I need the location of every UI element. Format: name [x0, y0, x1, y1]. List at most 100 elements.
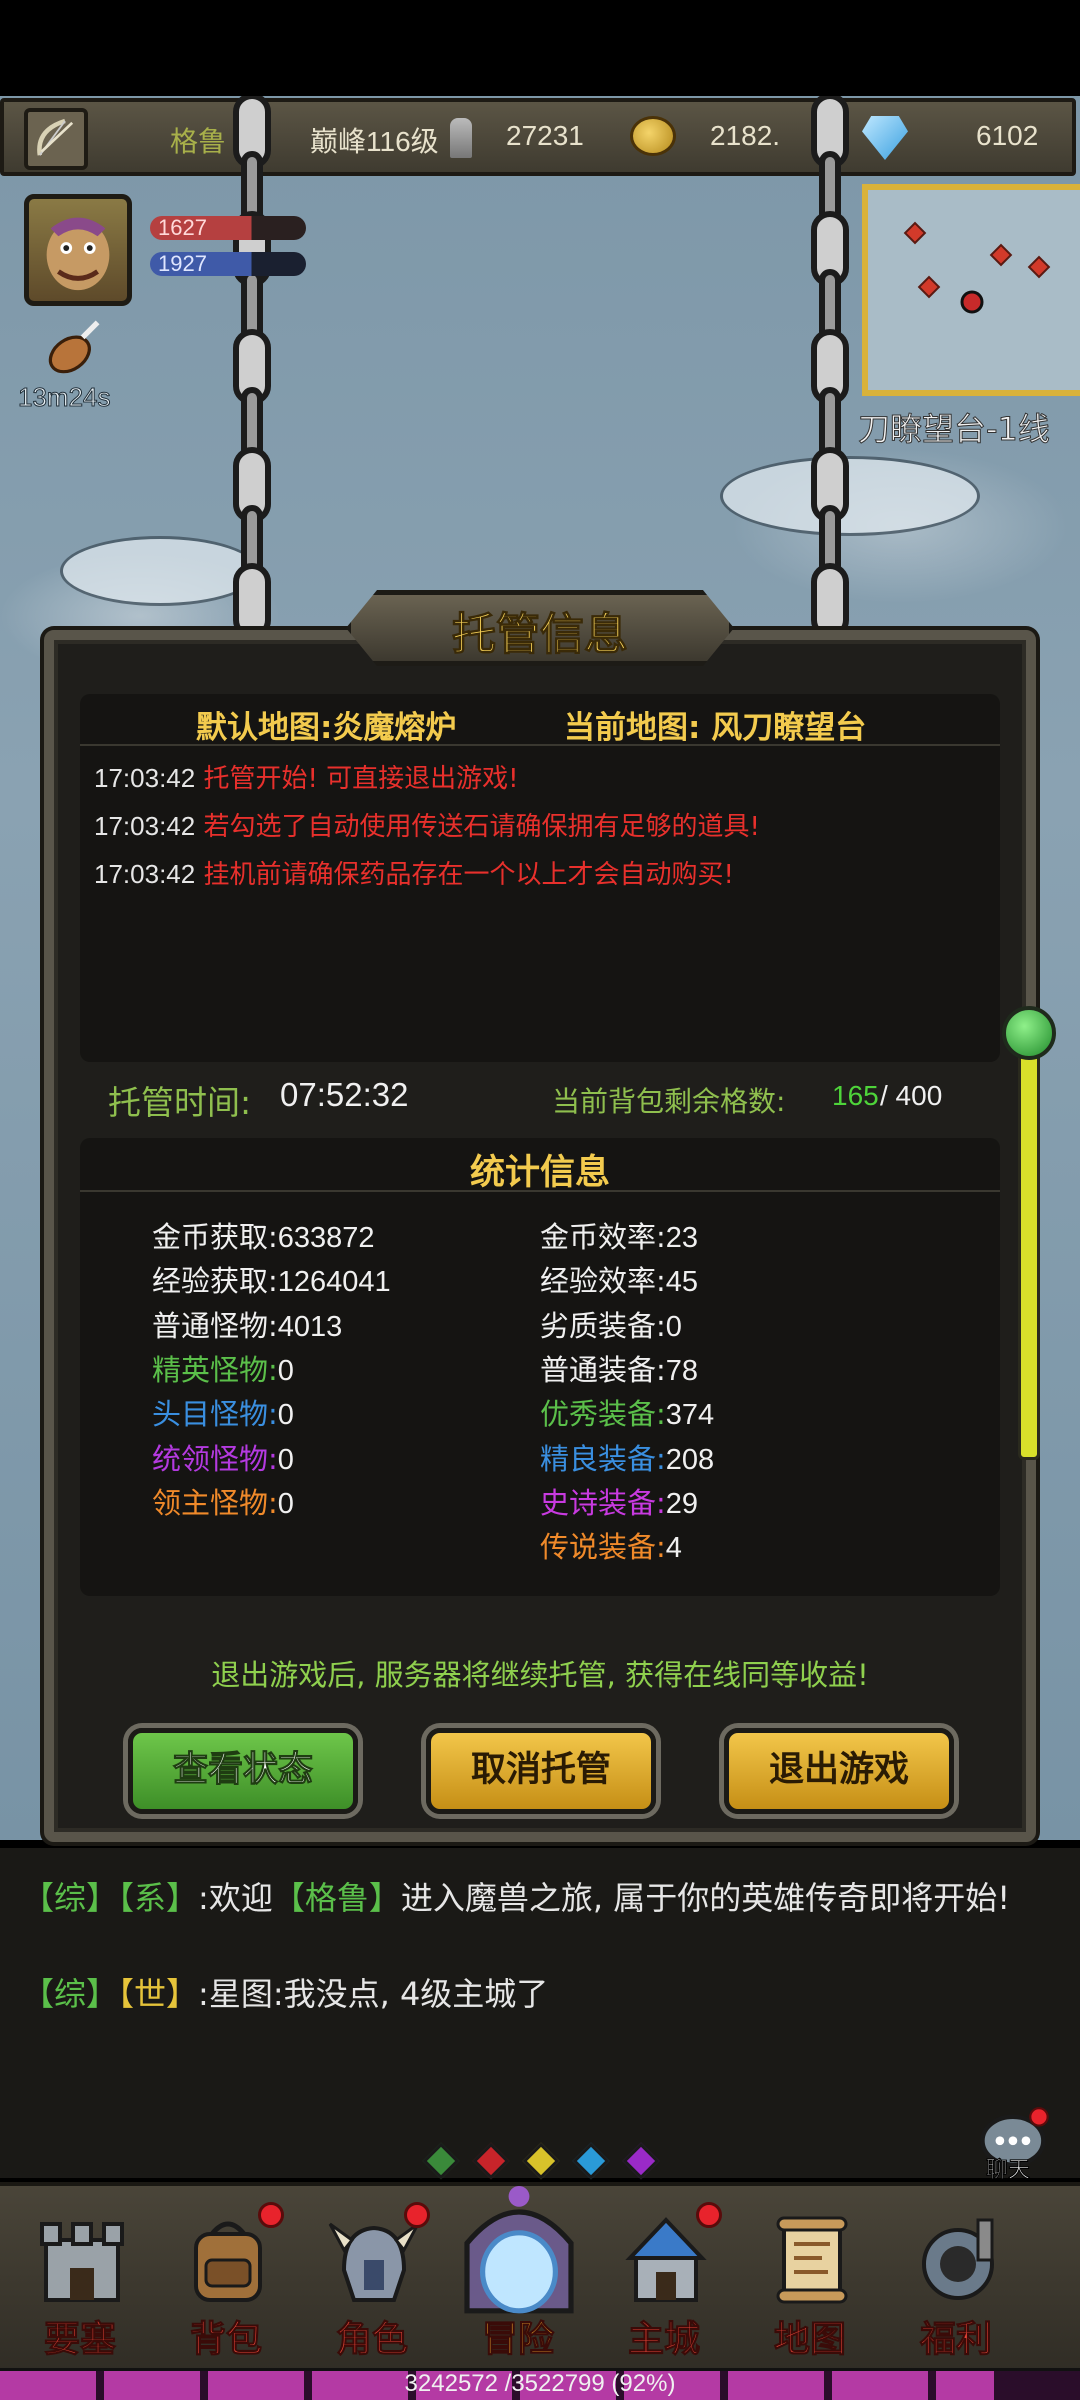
stat-value: 374	[665, 1399, 715, 1432]
log-time: 17:03:42	[94, 811, 196, 841]
chat-message: 【综】【系】:欢迎【格鲁】进入魔兽之旅, 属于你的英雄传奇即将开始!	[22, 1876, 1032, 1920]
exp-text: 3242572 /3522799 (92%)	[404, 2370, 676, 2397]
nav-item-6[interactable]: 地图	[740, 2210, 880, 2361]
nav-item-4[interactable]: 冒险	[448, 2176, 588, 2361]
stat-value: 0	[277, 1487, 294, 1520]
bow-menu-button[interactable]	[24, 108, 88, 170]
nav-label: 地图	[773, 2319, 846, 2361]
stat-value: 633872	[277, 1222, 375, 1254]
stat-value: 78	[665, 1354, 699, 1387]
chat-text: 进入魔兽之旅, 属于你的英雄传奇即将开始!	[400, 1879, 1011, 1917]
divider	[80, 1190, 1000, 1192]
stat-row: 优秀装备:374	[540, 1391, 714, 1433]
stat-label: 金币获取:	[152, 1220, 278, 1254]
log-entry: 17:03:42 托管开始! 可直接退出游戏!	[94, 758, 519, 795]
stat-value: 0	[277, 1354, 294, 1387]
gift-icon	[922, 2218, 994, 2300]
cancel-hosting-button[interactable]: 取消托管	[426, 1728, 656, 1814]
current-map-name: 刀瞭望台-1线	[858, 410, 1051, 449]
meat-buff-icon[interactable]	[40, 316, 104, 380]
nav-label: 福利	[919, 2319, 992, 2361]
stat-label: 领主怪物:	[152, 1485, 278, 1520]
diamond-icon	[862, 116, 908, 160]
nav-item-3[interactable]: 角色	[302, 2202, 442, 2361]
log-message: 挂机前请确保药品存在一个以上才会自动购买!	[203, 860, 734, 890]
hero-portrait[interactable]	[24, 194, 132, 306]
chat-text: :欢迎	[198, 1879, 273, 1917]
stat-label: 传说装备:	[540, 1530, 666, 1565]
attack-value: 27231	[506, 120, 584, 151]
default-map-label: 默认地图:炎魔熔炉	[196, 710, 457, 746]
scroll-slider-knob[interactable]	[1002, 1006, 1056, 1060]
hp-bar: 1627	[150, 216, 306, 240]
chat-text: :星图:我没点, 4级主城了	[198, 1975, 549, 2013]
stat-label: 史诗装备:	[540, 1485, 666, 1520]
stat-row: 传说装备:4	[540, 1524, 682, 1566]
stat-value: 208	[665, 1443, 715, 1476]
diamond-value: 6102	[976, 120, 1039, 151]
chat-button-label[interactable]: 聊天	[985, 2152, 1030, 2184]
gold-coins-icon[interactable]	[630, 116, 676, 156]
nav-item-1[interactable]: 要塞	[10, 2210, 150, 2361]
nav-label: 要塞	[43, 2319, 116, 2361]
host-time-label: 托管时间:	[108, 1083, 252, 1122]
notification-badge	[258, 2202, 284, 2228]
sword-icon	[450, 118, 472, 158]
portal-icon	[464, 2186, 574, 2314]
log-message: 托管开始! 可直接退出游戏!	[203, 764, 519, 794]
stat-label: 头目怪物:	[152, 1397, 278, 1432]
exit-game-button[interactable]: 退出游戏	[724, 1728, 954, 1814]
stat-row: 精英怪物:0	[152, 1347, 294, 1389]
log-entry: 17:03:42 挂机前请确保药品存在一个以上才会自动购买!	[94, 854, 734, 891]
stat-value: 1264041	[277, 1266, 391, 1299]
notification-badge	[696, 2202, 722, 2228]
stat-row: 金币获取:633872	[152, 1214, 375, 1256]
chat-player-name[interactable]: 【格鲁】	[273, 1879, 401, 1917]
stat-row: 金币效率:23	[540, 1214, 698, 1256]
stat-value: 0	[277, 1443, 294, 1476]
log-time: 17:03:42	[94, 859, 196, 889]
status-bar-area	[0, 0, 1080, 96]
stat-label: 金币效率:	[540, 1220, 666, 1254]
stat-value: 4	[665, 1532, 682, 1565]
orc-hero-icon	[46, 217, 110, 291]
stat-value: 23	[665, 1222, 699, 1254]
chat-channel: 【综】	[22, 1975, 119, 2013]
stat-label: 劣质装备:	[540, 1308, 666, 1343]
stat-label: 统领怪物:	[152, 1441, 278, 1476]
nav-label: 主城	[627, 2319, 700, 2361]
bag-slots-free: 165	[832, 1080, 879, 1111]
scroll-slider-track[interactable]	[1018, 1040, 1040, 1460]
stat-label: 普通装备:	[540, 1352, 666, 1387]
stat-value: 0	[665, 1310, 682, 1343]
host-time-value: 07:52:32	[280, 1076, 409, 1113]
nav-label: 角色	[335, 2319, 408, 2361]
log-message: 若勾选了自动使用传送石请确保拥有足够的道具!	[203, 812, 760, 842]
minimap-markers	[868, 190, 1080, 390]
chat-channel: 【综】	[22, 1879, 119, 1917]
left-chain	[233, 96, 271, 636]
bag-slots-total: / 400	[880, 1080, 943, 1111]
minimap[interactable]	[862, 184, 1080, 396]
stat-label: 经验获取:	[152, 1264, 278, 1299]
stat-value: 29	[665, 1487, 699, 1520]
peak-level: 巅峰116级	[310, 126, 439, 157]
mp-bar: 1927	[150, 252, 306, 276]
stat-label: 经验效率:	[540, 1264, 666, 1299]
nav-item-2[interactable]: 背包	[156, 2202, 296, 2361]
bag-slots-label: 当前背包剩余格数:	[552, 1085, 786, 1118]
stat-row: 经验获取:1264041	[152, 1258, 391, 1300]
stat-value: 4013	[277, 1310, 343, 1343]
hero-name: 格鲁	[170, 126, 227, 157]
divider	[80, 744, 1000, 746]
log-entry: 17:03:42 若勾选了自动使用传送石请确保拥有足够的道具!	[94, 806, 760, 843]
stat-row: 统领怪物:0	[152, 1436, 294, 1478]
chat-type: 【世】	[118, 1975, 199, 2013]
fortress-icon	[40, 2222, 124, 2302]
stat-row: 普通怪物:4013	[152, 1303, 342, 1345]
nav-item-5[interactable]: 主城	[594, 2202, 734, 2361]
nav-item-7[interactable]: 福利	[886, 2210, 1026, 2361]
view-status-button[interactable]: 查看状态	[128, 1728, 358, 1814]
stat-label: 精良装备:	[540, 1441, 666, 1476]
stat-row: 史诗装备:29	[540, 1480, 698, 1522]
